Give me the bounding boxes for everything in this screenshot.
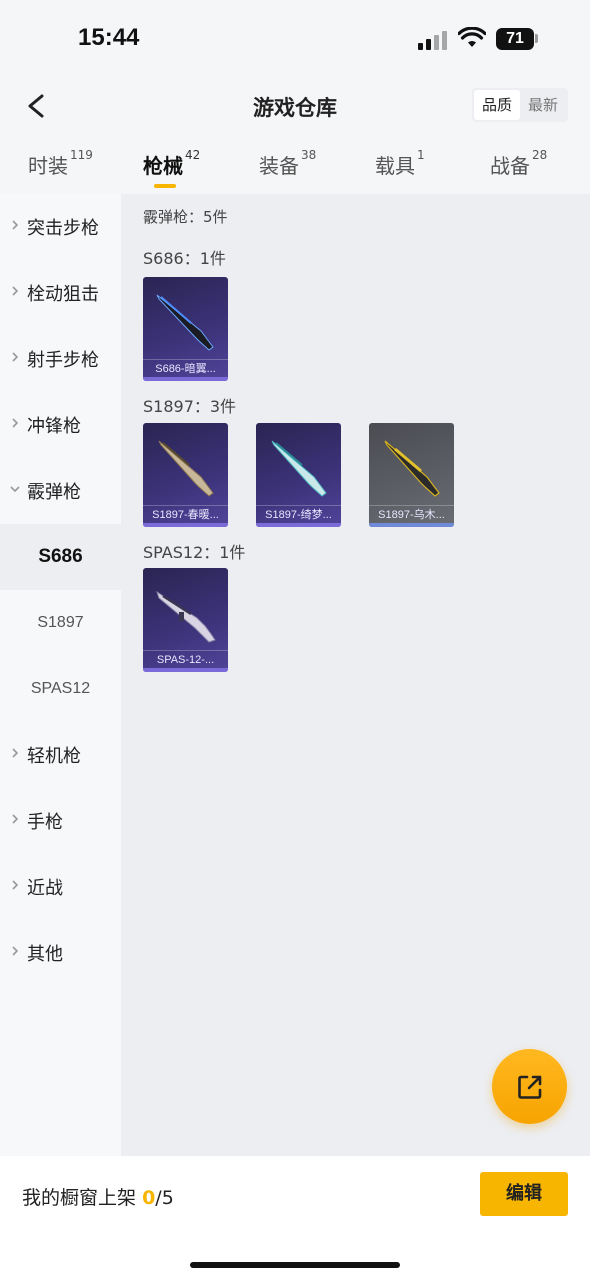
category-summary: 霰弹枪：5件	[143, 208, 228, 226]
tab-equipment[interactable]: 装备 38	[259, 148, 317, 179]
sidebar-item-marksman-rifle[interactable]: 射手步枪	[0, 326, 121, 392]
item-card[interactable]: S686-暗翼...	[143, 277, 228, 381]
tab-guns[interactable]: 枪械 42	[143, 148, 201, 179]
sidebar-item-label: 射手步枪	[27, 350, 99, 371]
shelf-label: 我的橱窗上架	[22, 1187, 137, 1209]
chevron-down-icon	[10, 486, 20, 493]
wifi-icon	[458, 27, 486, 47]
sidebar-item-label: 冲锋枪	[27, 416, 81, 437]
edit-button[interactable]: 编辑	[480, 1172, 568, 1216]
showcase-shelf-status: 我的橱窗上架 0/5	[22, 1183, 174, 1210]
home-indicator	[190, 1262, 400, 1268]
group-title: S686：1件	[143, 249, 226, 268]
tab-vehicles[interactable]: 载具 1	[375, 148, 425, 179]
chevron-right-icon	[12, 748, 19, 758]
sidebar-item-melee[interactable]: 近战	[0, 854, 121, 920]
shotgun-icon	[156, 294, 214, 351]
chevron-right-icon	[12, 880, 19, 890]
sort-toggle: 品质 最新	[472, 88, 568, 122]
sidebar-subitem-s686[interactable]: S686	[0, 524, 121, 590]
tab-count: 1	[417, 148, 425, 162]
sidebar-item-lmg[interactable]: 轻机枪	[0, 722, 121, 788]
battery-tip	[535, 34, 538, 43]
shotgun-icon	[271, 440, 327, 497]
item-name: S1897-乌木...	[369, 505, 454, 523]
item-card[interactable]: SPAS-12-...	[143, 568, 228, 672]
tab-label: 载具	[375, 154, 415, 178]
tab-label: 时装	[28, 154, 68, 178]
sidebar-subitem-s1897[interactable]: S1897	[0, 590, 121, 656]
quality-bar	[143, 523, 228, 527]
item-grid-panel: 霰弹枪：5件 S686：1件 S686-暗翼... S1897：3件 S1897…	[121, 194, 590, 1156]
item-card[interactable]: S1897-春暖...	[143, 423, 228, 527]
sidebar-item-bolt-sniper[interactable]: 栓动狙击	[0, 260, 121, 326]
group-title: S1897：3件	[143, 397, 237, 416]
item-name: S686-暗翼...	[143, 359, 228, 377]
group-title: SPAS12：1件	[143, 543, 246, 562]
chevron-right-icon	[12, 352, 19, 362]
sidebar-item-assault-rifle[interactable]: 突击步枪	[0, 194, 121, 260]
item-name: S1897-春暖...	[143, 505, 228, 523]
shelf-total: /5	[155, 1187, 174, 1209]
external-link-icon	[518, 1075, 542, 1099]
sidebar: 突击步枪 栓动狙击 射手步枪 冲锋枪 霰弹枪 S686 S1897 SPAS12…	[0, 194, 121, 1156]
active-tab-indicator	[154, 184, 176, 188]
tab-supplies[interactable]: 战备 28	[490, 148, 548, 179]
status-time: 15:44	[78, 24, 140, 51]
chevron-right-icon	[12, 418, 19, 428]
sidebar-item-smg[interactable]: 冲锋枪	[0, 392, 121, 458]
battery-icon: 71	[496, 28, 534, 50]
sidebar-item-other[interactable]: 其他	[0, 920, 121, 986]
quality-bar	[256, 523, 341, 527]
sidebar-item-label: 其他	[27, 944, 63, 965]
sidebar-item-label: 霰弹枪	[27, 482, 81, 503]
tab-count: 38	[301, 148, 317, 162]
shotgun-icon	[156, 590, 216, 643]
sidebar-item-label: 手枪	[27, 812, 63, 833]
item-card[interactable]: S1897-乌木...	[369, 423, 454, 527]
sidebar-item-label: 近战	[27, 878, 63, 899]
sort-option-quality[interactable]: 品质	[474, 90, 520, 120]
item-name: SPAS-12-...	[143, 650, 228, 668]
chevron-right-icon	[12, 286, 19, 296]
bottom-bar: 我的橱窗上架 0/5 编辑	[0, 1156, 590, 1280]
tab-label: 战备	[490, 154, 530, 178]
quality-bar	[143, 668, 228, 672]
sidebar-item-shotgun[interactable]: 霰弹枪	[0, 458, 121, 524]
shotgun-icon	[384, 440, 440, 497]
sidebar-item-pistol[interactable]: 手枪	[0, 788, 121, 854]
sidebar-item-label: 轻机枪	[27, 746, 81, 767]
category-tabs: 时装 119 枪械 42 装备 38 载具 1 战备 28	[0, 140, 590, 194]
tab-count: 42	[185, 148, 201, 162]
tab-fashion[interactable]: 时装 119	[28, 148, 93, 179]
item-card[interactable]: S1897-绮梦...	[256, 423, 341, 527]
tab-count: 119	[70, 148, 93, 162]
sidebar-item-label: 突击步枪	[27, 218, 99, 239]
sidebar-item-label: 栓动狙击	[27, 284, 99, 305]
status-bar: 15:44 71	[0, 0, 590, 80]
item-name: S1897-绮梦...	[256, 505, 341, 523]
shotgun-icon	[158, 440, 214, 497]
tab-label: 枪械	[143, 154, 183, 178]
chevron-right-icon	[12, 220, 19, 230]
tab-count: 28	[532, 148, 548, 162]
chevron-right-icon	[12, 946, 19, 956]
header: 游戏仓库 品质 最新	[0, 80, 590, 130]
chevron-right-icon	[12, 814, 19, 824]
tab-label: 装备	[259, 154, 299, 178]
share-fab-button[interactable]	[492, 1049, 567, 1124]
sort-option-latest[interactable]: 最新	[520, 90, 566, 120]
sidebar-subitem-spas12[interactable]: SPAS12	[0, 656, 121, 722]
quality-bar	[369, 523, 454, 527]
shelf-count: 0	[142, 1187, 156, 1209]
quality-bar	[143, 377, 228, 381]
cellular-signal-icon	[418, 30, 450, 50]
